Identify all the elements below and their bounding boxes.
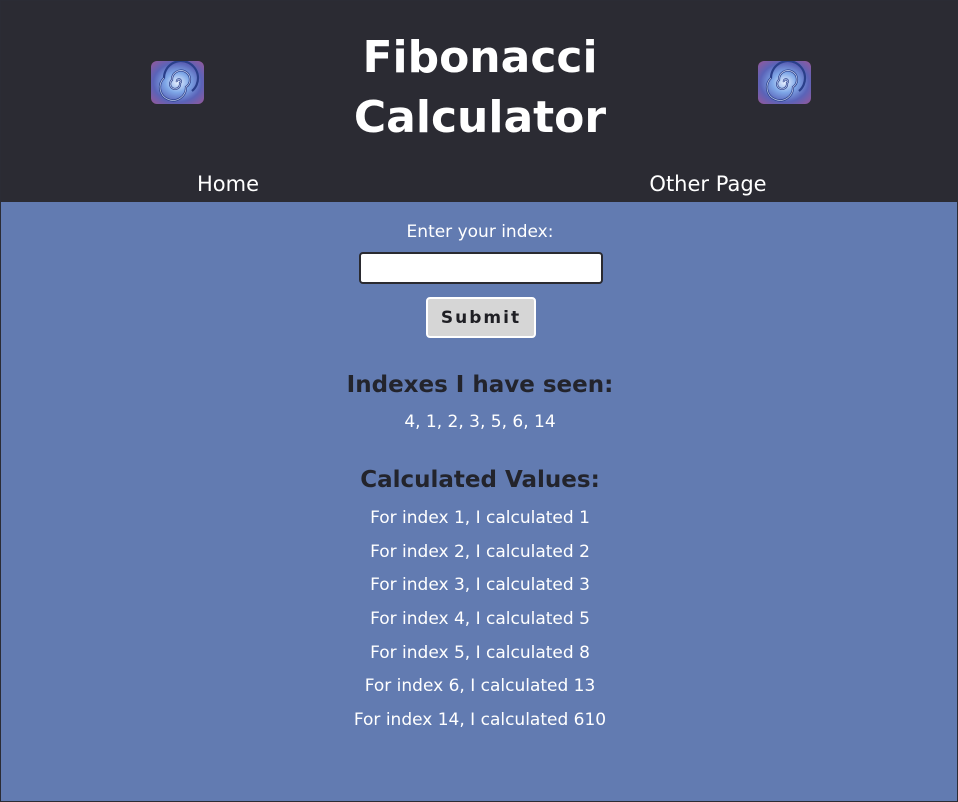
calculated-values-heading: Calculated Values:	[360, 467, 600, 493]
spiral-shell-icon	[151, 61, 204, 104]
title-line-1: Fibonacci	[362, 32, 598, 83]
calculated-value-item: For index 1, I calculated 1	[370, 508, 590, 528]
spiral-shell-icon	[758, 61, 811, 104]
calculated-value-item: For index 6, I calculated 13	[364, 676, 596, 697]
calculated-value-item: For index 3, I calculated 3	[370, 575, 590, 596]
indexes-seen-list: 4, 1, 2, 3, 5, 6, 14	[404, 412, 556, 432]
calculated-value-item: For index 14, I calculated 610	[353, 710, 607, 731]
app-header: Fibonacci Calculator Home Other Page	[0, 0, 958, 202]
title-line-2: Calculator	[353, 92, 607, 143]
calculated-value-item: For index 5, I calculated 8	[370, 642, 590, 663]
index-input-label: Enter your index:	[406, 222, 554, 242]
indexes-seen-heading: Indexes I have seen:	[346, 372, 614, 398]
calculated-value-item: For index 2, I calculated 2	[370, 541, 590, 562]
page-title: Fibonacci Calculator	[280, 28, 680, 148]
calculated-values-list: For index 1, I calculated 1 For index 2,…	[280, 507, 680, 743]
nav-home-link[interactable]: Home	[160, 170, 296, 198]
index-input[interactable]	[359, 252, 603, 284]
calculated-value-item: For index 4, I calculated 5	[370, 609, 590, 630]
nav-other-page-link[interactable]: Other Page	[620, 170, 796, 198]
submit-button[interactable]: Submit	[426, 297, 536, 338]
